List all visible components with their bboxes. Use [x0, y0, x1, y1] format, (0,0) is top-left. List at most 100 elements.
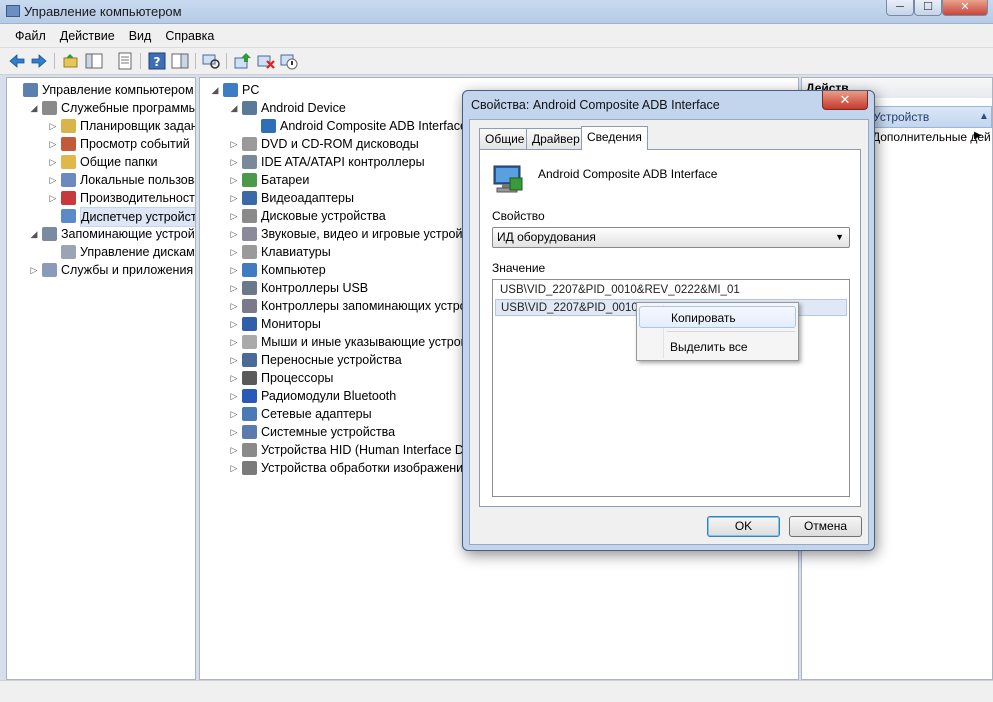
- expanded-arrow-icon[interactable]: ◢: [29, 99, 39, 117]
- collapsed-arrow-icon[interactable]: ▷: [229, 153, 239, 171]
- expanded-arrow-icon[interactable]: ◢: [229, 99, 239, 117]
- battery-icon: [242, 173, 257, 187]
- device-tree-label: Android Composite ADB Interface: [280, 119, 467, 133]
- expanded-arrow-icon[interactable]: ◢: [29, 225, 39, 243]
- nav-tree-item[interactable]: ◢ Запоминающие устройст: [29, 225, 195, 243]
- nav-tree-item[interactable]: ▷ Общие папки: [48, 153, 195, 171]
- device-tree-label: Звуковые, видео и игровые устройст: [261, 227, 475, 241]
- device-tree-label: Устройства HID (Human Interface De: [261, 443, 471, 457]
- dialog-close-button[interactable]: ✕: [822, 91, 868, 110]
- device-tree-label: Контроллеры USB: [261, 281, 369, 295]
- back-icon[interactable]: [8, 52, 26, 70]
- collapsed-arrow-icon[interactable]: ▷: [229, 279, 239, 297]
- hid-icon: [242, 443, 257, 457]
- forward-icon[interactable]: [30, 52, 48, 70]
- collapsed-arrow-icon[interactable]: ▷: [229, 225, 239, 243]
- nav-tree-item[interactable]: Управление дисками: [48, 243, 195, 261]
- collapsed-arrow-icon[interactable]: ▷: [48, 171, 58, 189]
- view-icon[interactable]: [171, 52, 189, 70]
- menu-bar: Файл Действие Вид Справка: [0, 24, 993, 48]
- collapsed-arrow-icon[interactable]: ▷: [48, 153, 58, 171]
- show-tree-icon[interactable]: [85, 52, 103, 70]
- storage-icon: [42, 227, 57, 241]
- device-tree-label: Видеоадаптеры: [261, 191, 354, 205]
- uninstall-icon[interactable]: [257, 52, 275, 70]
- navigation-tree-pane[interactable]: Управление компьютером (л ◢ Служебные прог…: [6, 77, 196, 680]
- collapsed-arrow-icon[interactable]: ▷: [229, 171, 239, 189]
- nav-tree-item[interactable]: ▷ Производительность: [48, 189, 195, 207]
- device-tree-label: Переносные устройства: [261, 353, 402, 367]
- properties-icon[interactable]: [116, 52, 134, 70]
- collapsed-arrow-icon[interactable]: ▷: [229, 333, 239, 351]
- collapsed-arrow-icon[interactable]: ▷: [229, 351, 239, 369]
- device-tree-label: Компьютер: [261, 263, 326, 277]
- menu-help[interactable]: Справка: [158, 24, 221, 43]
- disk-drive-icon: [242, 209, 257, 223]
- nav-tree-item[interactable]: ◢ Служебные программы: [29, 99, 195, 117]
- device-tree-label: IDE ATA/ATAPI контроллеры: [261, 155, 425, 169]
- device-tree-label: Клавиатуры: [261, 245, 331, 259]
- dropdown-arrow-icon: ▼: [835, 232, 844, 242]
- collapsed-arrow-icon[interactable]: ▷: [29, 261, 39, 279]
- collapsed-arrow-icon[interactable]: ▷: [229, 387, 239, 405]
- value-list-item[interactable]: USB\VID_2207&PID_0010&REV_0222&MI_01: [495, 282, 847, 299]
- event-viewer-icon: [61, 137, 76, 151]
- disable-icon[interactable]: [280, 52, 298, 70]
- collapsed-arrow-icon[interactable]: ▷: [229, 315, 239, 333]
- display-adapter-icon: [242, 191, 257, 205]
- maximize-button[interactable]: ☐: [914, 0, 942, 16]
- nav-tree-item[interactable]: ▷ Планировщик заданий: [48, 117, 195, 135]
- nav-tree-item[interactable]: ▷ Просмотр событий: [48, 135, 195, 153]
- collapsed-arrow-icon[interactable]: ▷: [229, 135, 239, 153]
- collapsed-arrow-icon[interactable]: ▷: [229, 423, 239, 441]
- menu-view[interactable]: Вид: [122, 24, 159, 43]
- collapsed-arrow-icon[interactable]: ▷: [48, 135, 58, 153]
- cancel-button[interactable]: Отмена: [789, 516, 862, 537]
- collapsed-arrow-icon[interactable]: ▷: [229, 369, 239, 387]
- nav-tree-item[interactable]: ▷ Службы и приложения: [29, 261, 195, 279]
- expanded-arrow-icon[interactable]: ◢: [210, 81, 220, 99]
- select-all-menu-item[interactable]: Выделить все: [639, 336, 796, 358]
- copy-menu-item[interactable]: Копировать: [639, 306, 796, 328]
- nav-tree-item[interactable]: Диспетчер устройств: [48, 207, 195, 227]
- collapsed-arrow-icon[interactable]: ▷: [229, 441, 239, 459]
- device-manager-icon: [61, 209, 76, 223]
- performance-icon: [61, 191, 76, 205]
- collapsed-arrow-icon[interactable]: ▷: [229, 243, 239, 261]
- collapsed-arrow-icon[interactable]: ▷: [229, 405, 239, 423]
- shared-folder-icon: [61, 155, 76, 169]
- status-bar: [0, 680, 993, 702]
- processor-icon: [242, 371, 257, 385]
- nav-tree-label: Диспетчер устройств: [80, 207, 195, 227]
- collapsed-arrow-icon[interactable]: ▷: [229, 297, 239, 315]
- ide-icon: [242, 155, 257, 169]
- collapsed-arrow-icon[interactable]: ▷: [229, 189, 239, 207]
- collapse-arrow-icon[interactable]: ▲: [979, 107, 989, 127]
- update-driver-icon[interactable]: [234, 52, 252, 70]
- tab-general[interactable]: Общие: [479, 128, 531, 149]
- menu-file[interactable]: Файл: [0, 24, 53, 43]
- scan-hardware-icon[interactable]: [202, 52, 220, 70]
- collapsed-arrow-icon[interactable]: ▷: [229, 261, 239, 279]
- collapsed-arrow-icon[interactable]: ▷: [229, 207, 239, 225]
- storage-controller-icon: [242, 299, 257, 313]
- menu-action[interactable]: Действие: [53, 24, 122, 43]
- ok-button[interactable]: OK: [707, 516, 780, 537]
- computer-management-icon: [23, 83, 38, 97]
- device-tree-label: Дисковые устройства: [261, 209, 386, 223]
- nav-tree-item[interactable]: Управление компьютером (л: [10, 81, 195, 99]
- collapsed-arrow-icon[interactable]: ▷: [229, 459, 239, 477]
- close-button[interactable]: ✕: [942, 0, 988, 16]
- collapsed-arrow-icon[interactable]: ▷: [48, 117, 58, 135]
- help-icon[interactable]: ?: [148, 52, 166, 70]
- submenu-arrow-icon[interactable]: ▶: [974, 130, 982, 141]
- device-tree-label: Батареи: [261, 173, 310, 187]
- up-icon[interactable]: [62, 52, 80, 70]
- nav-tree-item[interactable]: ▷ Локальные пользовате: [48, 171, 195, 189]
- minimize-button[interactable]: ─: [886, 0, 914, 16]
- collapsed-arrow-icon[interactable]: ▷: [48, 189, 58, 207]
- tab-driver[interactable]: Драйвер: [526, 128, 586, 149]
- device-tree-label: Контроллеры запоминающих устро: [261, 299, 467, 313]
- tab-details[interactable]: Сведения: [581, 126, 648, 150]
- property-dropdown[interactable]: ИД оборудования ▼: [492, 227, 850, 248]
